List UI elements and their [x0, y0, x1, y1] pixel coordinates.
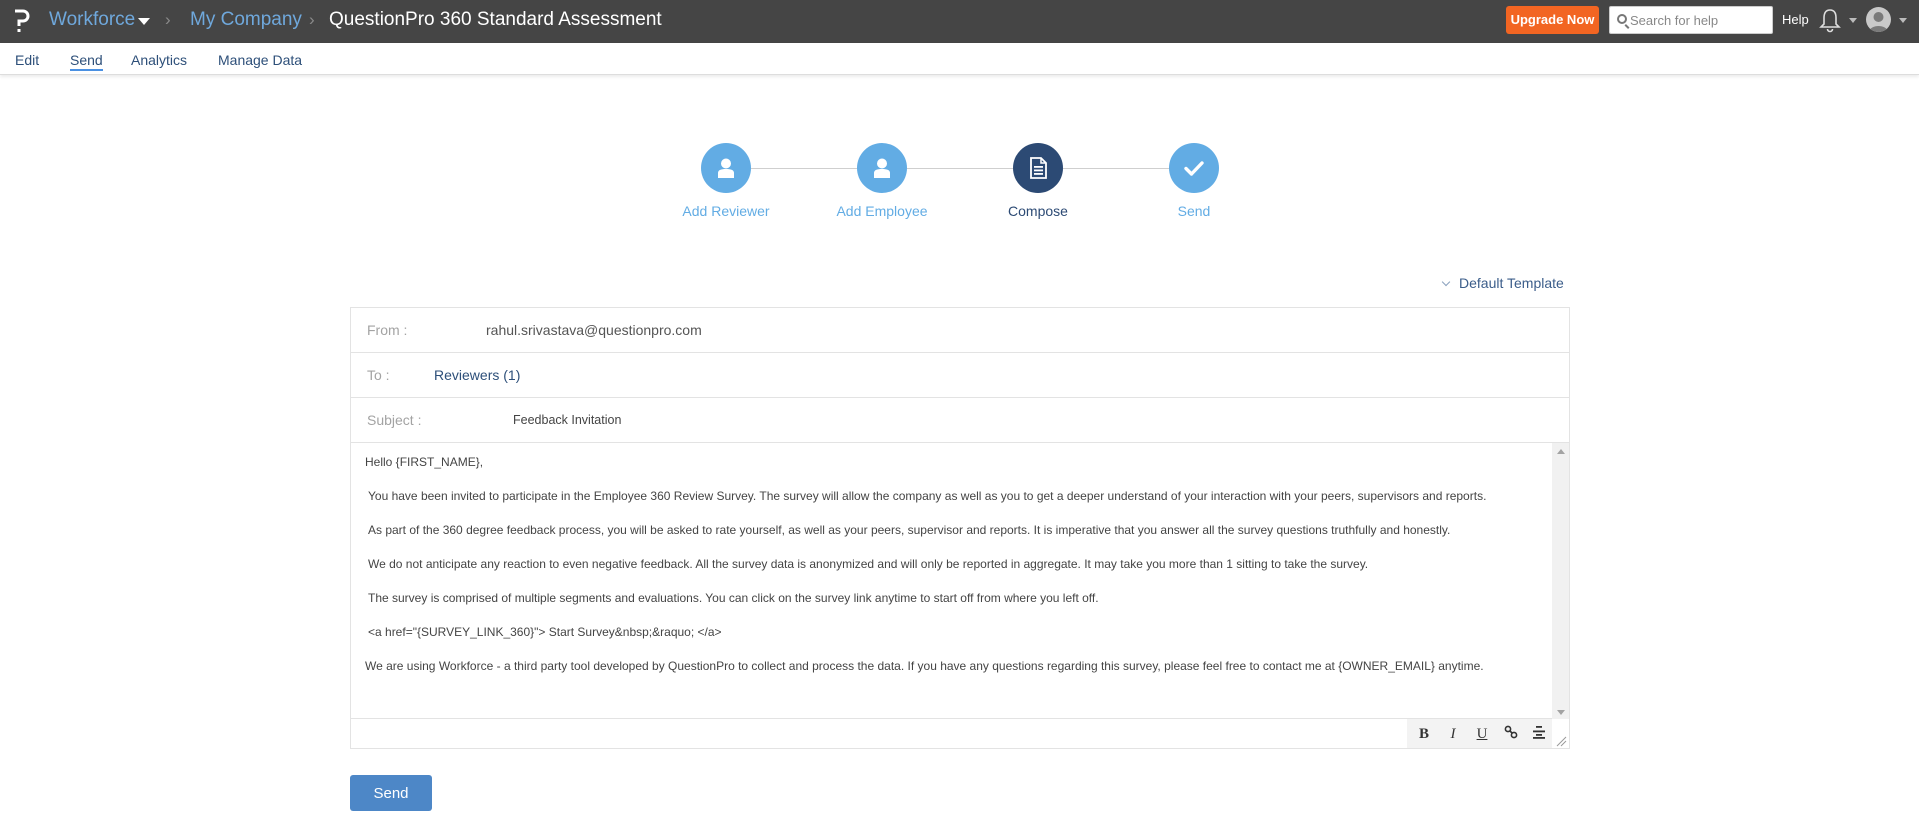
tab-send[interactable]: Send [70, 52, 103, 71]
body-paragraph: You have been invited to participate in … [368, 489, 1487, 503]
italic-button[interactable]: I [1444, 725, 1462, 743]
scroll-up-icon[interactable] [1557, 449, 1565, 454]
body-paragraph: Hello {FIRST_NAME}, [365, 455, 484, 469]
email-body-editor[interactable]: Hello {FIRST_NAME}, You have been invite… [351, 443, 1569, 719]
step-add-reviewer[interactable] [701, 143, 751, 193]
user-icon [874, 158, 890, 178]
upgrade-now-button[interactable]: Upgrade Now [1506, 6, 1599, 34]
breadcrumb-workforce[interactable]: Workforce [49, 9, 135, 31]
step-send[interactable] [1169, 143, 1219, 193]
breadcrumb-survey-title: QuestionPro 360 Standard Assessment [329, 9, 662, 30]
align-center-icon [1533, 726, 1545, 739]
from-value: rahul.srivastava@questionpro.com [486, 322, 702, 338]
breadcrumb-my-company[interactable]: My Company [190, 9, 302, 31]
email-compose-form: From : rahul.srivastava@questionpro.com … [350, 307, 1570, 749]
chevron-down-icon [1441, 277, 1451, 287]
breadcrumb-separator-icon: › [165, 10, 171, 29]
tab-analytics[interactable]: Analytics [131, 52, 187, 68]
bell-icon[interactable] [1819, 7, 1841, 33]
bold-button[interactable]: B [1415, 725, 1433, 743]
subject-input[interactable]: Feedback Invitation [513, 413, 621, 427]
to-label: To : [367, 367, 390, 383]
step-label-compose: Compose [1008, 203, 1068, 219]
body-paragraph: As part of the 360 degree feedback proce… [368, 523, 1451, 537]
tab-manage-data[interactable]: Manage Data [218, 52, 302, 68]
step-label-send[interactable]: Send [1124, 203, 1264, 219]
formatting-toolbar: B I U [1407, 719, 1552, 748]
workforce-dropdown-icon[interactable] [138, 18, 150, 25]
template-label: Default Template [1459, 275, 1564, 291]
to-recipients-link[interactable]: Reviewers (1) [434, 367, 520, 383]
align-center-button[interactable] [1530, 725, 1548, 743]
document-icon [1030, 157, 1047, 179]
avatar-icon[interactable] [1866, 7, 1891, 32]
tab-edit[interactable]: Edit [15, 52, 39, 68]
profile-dropdown-icon[interactable] [1899, 18, 1907, 23]
help-search[interactable] [1609, 6, 1773, 34]
template-dropdown[interactable]: Default Template [1441, 275, 1564, 291]
editor-scrollbar[interactable] [1552, 443, 1569, 719]
email-body-text[interactable]: Hello {FIRST_NAME}, You have been invite… [365, 455, 1545, 693]
underline-button[interactable]: U [1473, 725, 1491, 743]
link-icon [1504, 725, 1518, 739]
body-paragraph: We do not anticipate any reaction to eve… [368, 557, 1369, 571]
send-button[interactable]: Send [350, 775, 432, 811]
check-icon [1184, 161, 1204, 176]
to-row: To : Reviewers (1) [351, 353, 1569, 398]
logo-icon[interactable] [12, 6, 32, 34]
subject-label: Subject : [367, 412, 422, 428]
body-paragraph: The survey is comprised of multiple segm… [368, 591, 1099, 605]
notifications-dropdown-icon[interactable] [1849, 18, 1857, 23]
breadcrumb-separator-icon: › [309, 10, 315, 29]
top-bar: Workforce › My Company › QuestionPro 360… [0, 0, 1919, 43]
user-icon [718, 158, 734, 178]
resize-handle-icon[interactable] [1555, 734, 1567, 747]
help-search-input[interactable] [1630, 7, 1770, 33]
step-label-add-employee[interactable]: Add Employee [812, 203, 952, 219]
from-row: From : rahul.srivastava@questionpro.com [351, 308, 1569, 353]
from-label: From : [367, 322, 408, 338]
step-add-employee[interactable] [857, 143, 907, 193]
link-button[interactable] [1502, 725, 1520, 743]
body-paragraph: We are using Workforce - a third party t… [365, 659, 1484, 673]
scroll-down-icon[interactable] [1557, 710, 1565, 715]
subject-row: Subject : Feedback Invitation [351, 398, 1569, 443]
step-label-add-reviewer[interactable]: Add Reviewer [656, 203, 796, 219]
help-link[interactable]: Help [1782, 12, 1809, 27]
body-paragraph: <a href="{SURVEY_LINK_360}"> Start Surve… [368, 625, 722, 639]
search-icon [1617, 14, 1627, 24]
survey-tabs: Edit Send Analytics Manage Data [0, 43, 1919, 75]
step-compose[interactable] [1013, 143, 1063, 193]
